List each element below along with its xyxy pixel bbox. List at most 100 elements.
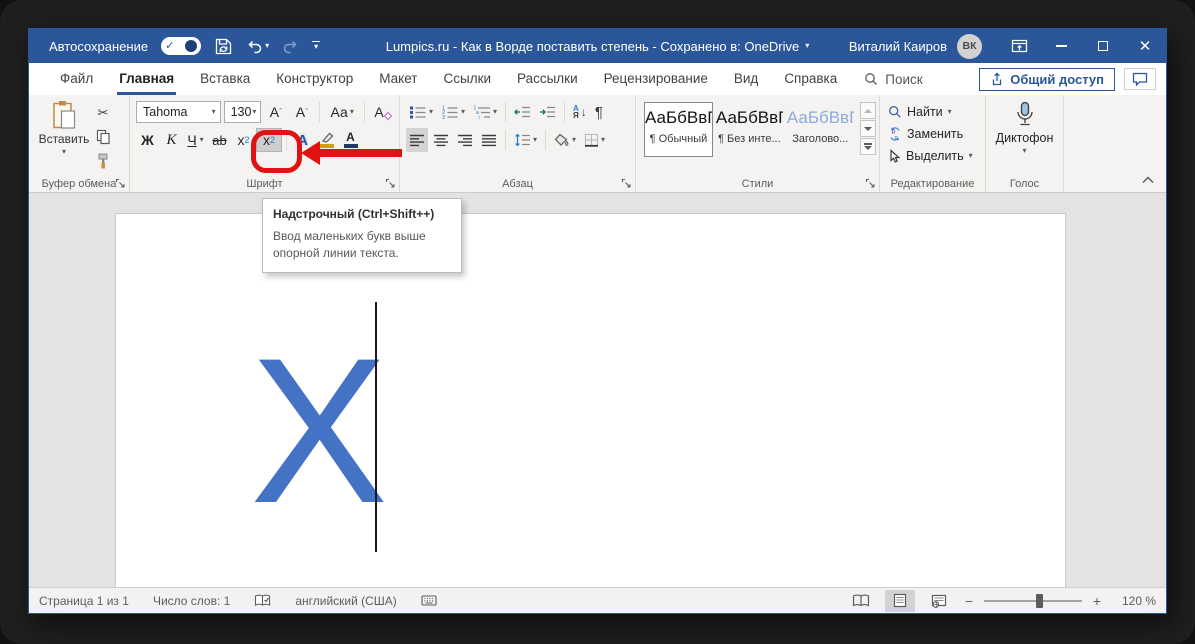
font-family-combo[interactable]: Tahoma ▾: [136, 101, 221, 123]
align-center-button[interactable]: [430, 128, 452, 152]
minimize-button[interactable]: [1040, 29, 1082, 63]
replace-button[interactable]: b c Заменить: [888, 124, 981, 144]
search-box[interactable]: Поиск: [864, 72, 923, 87]
proofing-status[interactable]: [254, 594, 271, 607]
collapse-ribbon-button[interactable]: [1142, 176, 1154, 184]
font-size-combo[interactable]: 130 ▾: [223, 101, 262, 123]
increase-indent-button[interactable]: [536, 100, 559, 124]
text-effects-button[interactable]: А: [291, 128, 314, 152]
paste-button[interactable]: Вставить ▾: [37, 100, 91, 174]
share-button[interactable]: Общий доступ: [979, 67, 1115, 91]
tab-review[interactable]: Рецензирование: [591, 63, 721, 95]
caret-down-icon: ▾: [211, 107, 216, 116]
copy-button[interactable]: [91, 127, 115, 146]
dialog-launcher-font[interactable]: [385, 178, 395, 188]
multilevel-list-button[interactable]: 1ai ▾: [470, 100, 500, 124]
ribbon-display-options-button[interactable]: [998, 29, 1040, 63]
tab-insert[interactable]: Вставка: [187, 63, 263, 95]
bullets-button[interactable]: ▾: [406, 100, 436, 124]
style-normal[interactable]: АаБбВвГ ¶ Обычный: [644, 102, 713, 157]
numbered-list-icon: 123: [442, 106, 458, 119]
caret-down-icon[interactable]: ▾: [805, 42, 809, 50]
cut-button[interactable]: ✂: [91, 103, 115, 122]
styles-scroll-down-button[interactable]: [859, 120, 877, 137]
tab-references[interactable]: Ссылки: [431, 63, 505, 95]
zoom-slider[interactable]: [984, 593, 1082, 608]
print-layout-icon: [893, 593, 907, 608]
sort-arrow-icon: ↓: [580, 105, 587, 119]
tab-mailings[interactable]: Рассылки: [504, 63, 591, 95]
sort-button[interactable]: А Я ↓: [570, 100, 590, 124]
bold-button[interactable]: Ж: [136, 128, 159, 152]
decrease-indent-button[interactable]: [511, 100, 534, 124]
document-text[interactable]: X: [250, 327, 388, 534]
show-marks-button[interactable]: ¶: [592, 100, 606, 124]
superscript-button[interactable]: x2: [256, 128, 282, 152]
dialog-launcher-paragraph[interactable]: [621, 178, 631, 188]
tab-layout[interactable]: Макет: [366, 63, 430, 95]
find-button[interactable]: Найти ▾: [888, 102, 981, 122]
shrink-font-button[interactable]: Аˇ: [290, 100, 313, 124]
grow-font-button[interactable]: Аˆ: [264, 100, 287, 124]
format-painter-button[interactable]: [91, 151, 115, 170]
tab-home[interactable]: Главная: [106, 63, 187, 95]
document-title: Lumpics.ru - Как в Ворде поставить степе…: [385, 38, 800, 54]
word-count[interactable]: Число слов: 1: [153, 594, 230, 608]
align-right-button[interactable]: [454, 128, 476, 152]
input-method-indicator[interactable]: [421, 594, 437, 607]
select-button[interactable]: Выделить ▾: [888, 146, 981, 166]
close-button[interactable]: ✕: [1124, 29, 1166, 63]
dialog-launcher-clipboard[interactable]: [115, 178, 125, 188]
strikethrough-button[interactable]: ab: [208, 128, 231, 152]
font-row-1: Tahoma ▾ 130 ▾ Аˆ Аˇ Аа ▾ А: [136, 100, 394, 124]
zoom-level[interactable]: 120 %: [1112, 594, 1156, 608]
page-indicator[interactable]: Страница 1 из 1: [39, 594, 129, 608]
borders-button[interactable]: ▾: [581, 128, 608, 152]
clear-formatting-button[interactable]: А: [371, 100, 394, 124]
numbering-button[interactable]: 123 ▾: [438, 100, 468, 124]
save-button[interactable]: [214, 37, 233, 56]
document-area[interactable]: X: [29, 193, 1166, 587]
font-color-button[interactable]: А: [339, 128, 362, 152]
customize-qat-button[interactable]: ▾: [312, 40, 321, 52]
styles-more-button[interactable]: [859, 138, 877, 155]
document-page[interactable]: X: [115, 213, 1066, 587]
language-indicator[interactable]: английский (США): [295, 594, 396, 608]
comments-button[interactable]: [1124, 68, 1156, 90]
zoom-slider-thumb[interactable]: [1036, 593, 1043, 608]
tab-design[interactable]: Конструктор: [263, 63, 366, 95]
justify-button[interactable]: [478, 128, 500, 152]
line-spacing-button[interactable]: ▾: [511, 128, 540, 152]
tab-view[interactable]: Вид: [721, 63, 771, 95]
autosave-toggle[interactable]: ✓: [161, 37, 202, 55]
subscript-button[interactable]: x2: [232, 128, 255, 152]
caret-down-icon: ▾: [349, 107, 354, 116]
font-size-value: 130: [230, 105, 252, 119]
redo-button-disabled[interactable]: [282, 38, 299, 54]
align-left-button[interactable]: [406, 128, 428, 152]
style-no-spacing[interactable]: АаБбВвГ ¶ Без инте...: [715, 102, 784, 157]
zoom-out-button[interactable]: −: [963, 593, 975, 609]
change-case-button[interactable]: Аа ▾: [326, 100, 358, 124]
share-icon: [993, 72, 1002, 86]
highlight-color-button[interactable]: [315, 128, 338, 152]
underline-button[interactable]: Ч ▾: [184, 128, 207, 152]
italic-button[interactable]: К: [160, 128, 183, 152]
group-editing: Найти ▾ b c Заменить Выделить ▾ Редактир…: [880, 95, 986, 192]
styles-scroll-up-button[interactable]: [859, 102, 877, 119]
style-heading1[interactable]: АаБбВвГ Заголово...: [786, 102, 855, 157]
shading-button[interactable]: ▾: [551, 128, 579, 152]
group-label-paragraph: Абзац: [502, 178, 533, 190]
avatar[interactable]: ВК: [957, 33, 982, 59]
undo-button[interactable]: ▾: [246, 38, 269, 54]
print-layout-button[interactable]: [885, 589, 915, 612]
quick-access-toolbar: Автосохранение ✓ ▾ ▾: [29, 37, 321, 56]
web-layout-button[interactable]: [924, 590, 954, 612]
read-mode-button[interactable]: [846, 590, 876, 612]
dialog-launcher-styles[interactable]: [865, 178, 875, 188]
dictate-button[interactable]: [1014, 101, 1036, 129]
zoom-in-button[interactable]: +: [1091, 593, 1103, 609]
tab-file[interactable]: Файл: [47, 63, 106, 95]
tab-help[interactable]: Справка: [771, 63, 850, 95]
maximize-button[interactable]: [1082, 29, 1124, 63]
